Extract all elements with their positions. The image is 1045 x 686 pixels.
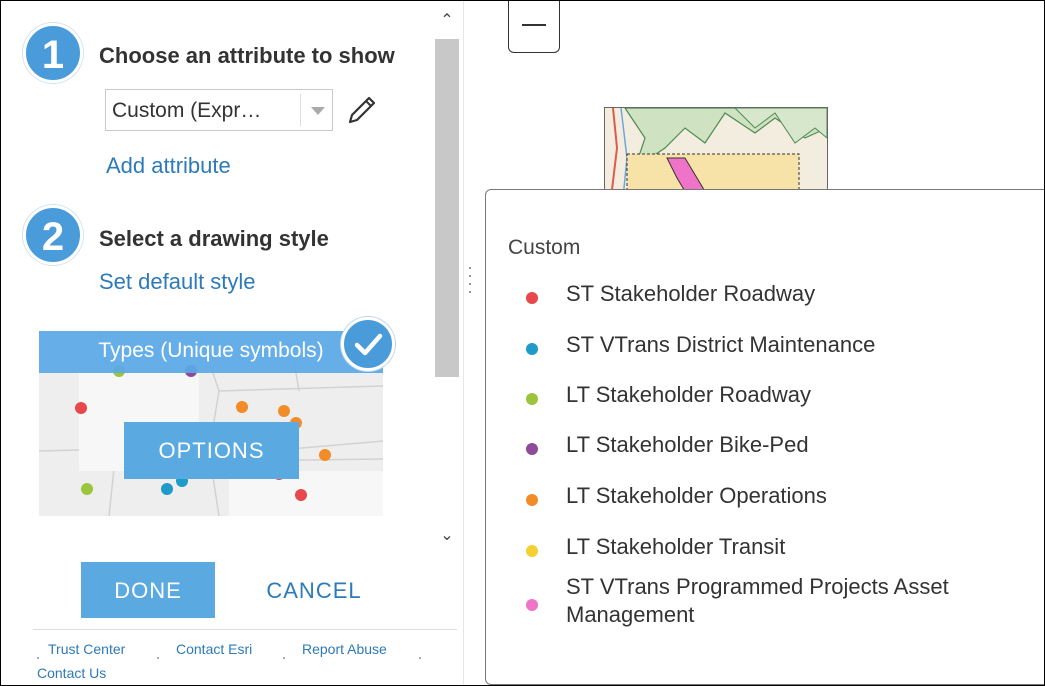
legend-symbol bbox=[526, 494, 538, 506]
footer-separator bbox=[37, 657, 39, 659]
step-2-badge: 2 bbox=[23, 205, 83, 265]
attribute-select[interactable]: Custom (Expr… bbox=[105, 89, 333, 131]
legend-label: ST Stakeholder Roadway bbox=[566, 281, 816, 306]
scrollbar-thumb[interactable] bbox=[435, 39, 459, 377]
done-button[interactable]: DONE bbox=[81, 562, 215, 618]
attribute-select-value: Custom (Expr… bbox=[112, 99, 262, 122]
legend-popup: Custom ST Stakeholder Roadway ST VTrans … bbox=[485, 189, 1044, 685]
legend-title: Custom bbox=[508, 236, 581, 259]
footer-separator bbox=[283, 657, 285, 659]
chevron-down-icon[interactable] bbox=[311, 107, 325, 115]
legend-label: LT Stakeholder Transit bbox=[566, 534, 786, 559]
select-separator bbox=[300, 94, 301, 126]
footer-divider bbox=[33, 629, 457, 630]
step-1-badge: 1 bbox=[23, 23, 83, 83]
legend-symbol bbox=[526, 443, 538, 455]
app-frame: 1 Choose an attribute to show Custom (Ex… bbox=[0, 0, 1045, 686]
map-basemap-preview bbox=[604, 107, 828, 199]
add-attribute-link[interactable]: Add attribute bbox=[106, 153, 231, 179]
chevron-down-icon[interactable]: ⌄ bbox=[433, 524, 461, 548]
zoom-out-icon bbox=[522, 24, 546, 26]
chevron-up-icon[interactable]: ⌃ bbox=[433, 9, 461, 33]
legend-symbol bbox=[526, 599, 538, 611]
step-2-title: Select a drawing style bbox=[99, 226, 329, 251]
legend-label: LT Stakeholder Operations bbox=[566, 483, 827, 508]
legend-symbol bbox=[526, 393, 538, 405]
cancel-button[interactable]: CANCEL bbox=[251, 562, 377, 618]
options-button[interactable]: OPTIONS bbox=[124, 422, 299, 479]
footer-separator bbox=[157, 657, 159, 659]
legend-symbol bbox=[526, 545, 538, 557]
footer-link-report-abuse[interactable]: Report Abuse bbox=[302, 641, 387, 657]
step-1-title: Choose an attribute to show bbox=[99, 43, 395, 68]
style-card-label-band: Types (Unique symbols) bbox=[39, 331, 383, 373]
set-default-style-link[interactable]: Set default style bbox=[99, 269, 256, 295]
style-panel: 1 Choose an attribute to show Custom (Ex… bbox=[1, 1, 463, 685]
style-card-label: Types (Unique symbols) bbox=[98, 339, 324, 362]
legend-symbol bbox=[526, 343, 538, 355]
zoom-out-button[interactable] bbox=[508, 1, 560, 53]
panel-scrollbar[interactable]: ⌃ ⌄ bbox=[433, 9, 461, 549]
legend-label: LT Stakeholder Roadway bbox=[566, 382, 811, 407]
footer-separator bbox=[419, 657, 421, 659]
legend-label: ST VTrans Programmed Projects Asset Mana… bbox=[566, 574, 949, 627]
legend-label: ST VTrans District Maintenance bbox=[566, 332, 876, 357]
footer-link-trust-center[interactable]: Trust Center bbox=[48, 641, 125, 657]
splitter-handle-icon[interactable] bbox=[463, 1, 476, 685]
legend-label: LT Stakeholder Bike-Ped bbox=[566, 432, 809, 457]
pencil-icon[interactable] bbox=[343, 91, 381, 129]
footer-link-contact-us[interactable]: Contact Us bbox=[37, 665, 106, 681]
legend-symbol bbox=[526, 292, 538, 304]
footer-link-contact-esri[interactable]: Contact Esri bbox=[176, 641, 252, 657]
checkmark-icon bbox=[341, 317, 395, 371]
